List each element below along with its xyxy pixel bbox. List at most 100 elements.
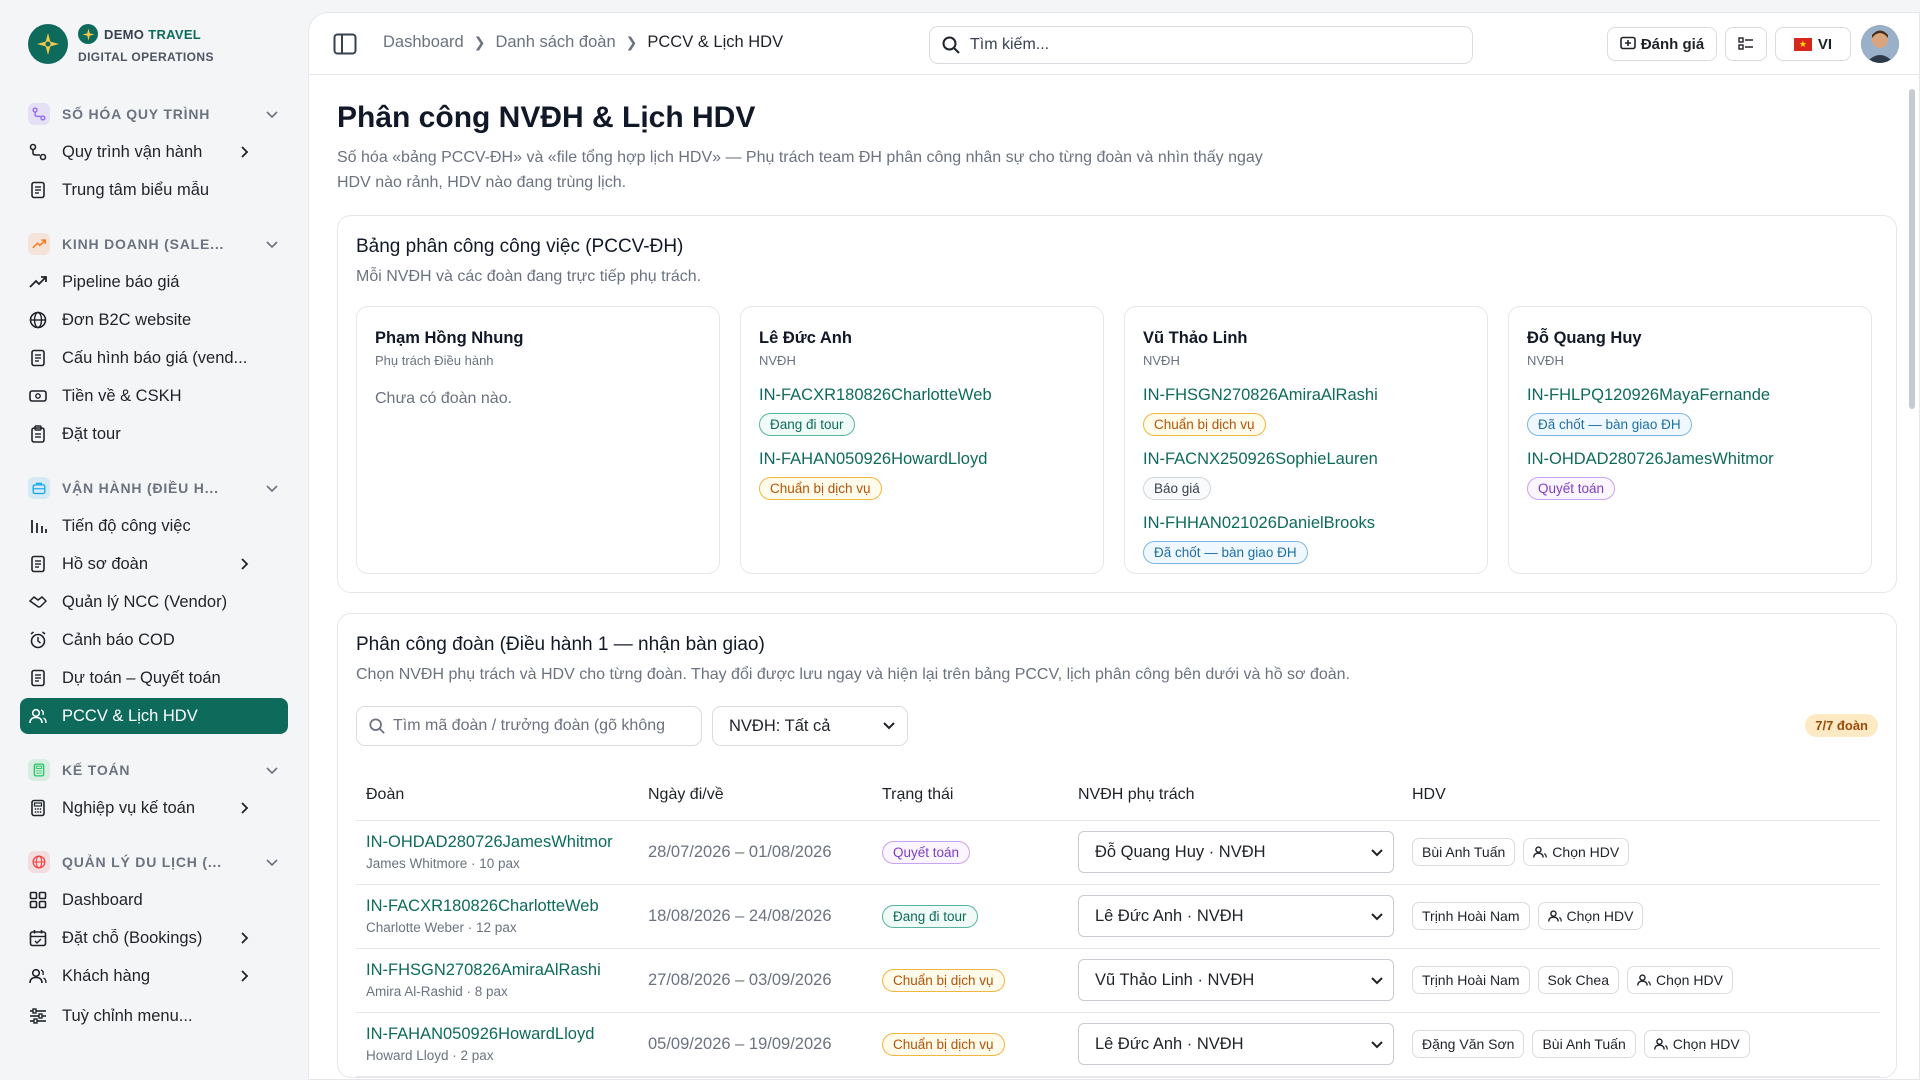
breadcrumb-dashboard[interactable]: Dashboard xyxy=(383,33,464,52)
choose-hdv-button[interactable]: Chọn HDV xyxy=(1523,838,1630,866)
sidebar-item-label: Quy trình vận hành xyxy=(62,142,203,161)
alarm-icon xyxy=(28,630,48,650)
sidebar-item-ho-so-doan[interactable]: Hồ sơ đoàn xyxy=(20,546,288,582)
sidebar-group-quan-ly-du-lich[interactable]: QUẢN LÝ DU LỊCH (... xyxy=(20,844,288,880)
sidebar-item-quy-trinh-van-hanh[interactable]: Quy trình vận hành xyxy=(20,134,288,170)
breadcrumb-group-list[interactable]: Danh sách đoàn xyxy=(495,33,615,52)
group-search-input[interactable] xyxy=(393,717,693,735)
nvdh-select[interactable]: Đỗ Quang Huy · NVĐH xyxy=(1078,831,1394,873)
sidebar-item-tien-do-cong-viec[interactable]: Tiến độ công việc xyxy=(20,508,288,544)
chevron-down-icon[interactable] xyxy=(264,854,280,870)
brand[interactable]: DEMO TRAVEL DIGITAL OPERATIONS xyxy=(28,24,214,64)
sidebar-item-trung-tam-bieu-mau[interactable]: Trung tâm biểu mẫu xyxy=(20,172,288,208)
staff-empty-text: Chưa có đoàn nào. xyxy=(375,390,513,407)
group-code-link[interactable]: IN-FAHAN050926HowardLloyd xyxy=(759,450,1085,469)
sidebar-group-so-hoa-quy-trinh[interactable]: SỐ HÓA QUY TRÌNH xyxy=(20,96,288,132)
group-code-link[interactable]: IN-FACNX250926SophieLauren xyxy=(1143,450,1469,469)
staff-grid: Phạm Hồng Nhung Phụ trách Điều hành Chưa c… xyxy=(356,306,1878,574)
feedback-icon xyxy=(1620,36,1636,50)
sliders-icon xyxy=(28,1006,48,1026)
choose-hdv-button[interactable]: Chọn HDV xyxy=(1643,1030,1750,1058)
sidebar-item-label: Tiền về & CSKH xyxy=(62,386,182,405)
group-code-link[interactable]: IN-FHSGN270826AmiraAlRashi xyxy=(366,961,638,980)
sidebar-toggle-icon[interactable] xyxy=(333,33,357,55)
search-placeholder: Tìm kiếm... xyxy=(970,36,1050,53)
chevron-down-icon[interactable] xyxy=(264,480,280,496)
clipboard-icon xyxy=(28,424,48,444)
hdv-chip[interactable]: Sok Chea xyxy=(1537,966,1619,994)
chevron-right-icon xyxy=(236,800,252,816)
group-code-link[interactable]: IN-FAHAN050926HowardLloyd xyxy=(366,1025,638,1044)
group-code-link[interactable]: IN-OHDAD280726JamesWhitmor xyxy=(366,833,638,852)
sidebar-item-du-toan-quyet-toan[interactable]: Dự toán – Quyết toán xyxy=(20,660,288,696)
group-code-link[interactable]: IN-FHHAN021026DanielBrooks xyxy=(1143,514,1469,533)
sidebar-item-pipeline-bao-gia[interactable]: Pipeline báo giá xyxy=(20,264,288,300)
group-code-link[interactable]: IN-FHLPQ120926MayaFernande xyxy=(1527,386,1853,405)
sidebar-group-ke-toan[interactable]: KẾ TOÁN xyxy=(20,752,288,788)
sidebar-group-label: QUẢN LÝ DU LỊCH (... xyxy=(62,854,222,870)
nvdh-select[interactable]: Lê Đức Anh · NVĐH xyxy=(1078,1023,1394,1065)
nvdh-select[interactable]: Vũ Thảo Linh · NVĐH xyxy=(1078,959,1394,1001)
hdv-chip[interactable]: Đặng Văn Sơn xyxy=(1412,1030,1525,1058)
sidebar-item-khach-hang[interactable]: Khách hàng xyxy=(20,958,288,994)
hdv-chip[interactable]: Bùi Anh Tuấn xyxy=(1532,1030,1636,1058)
users-icon xyxy=(1653,1038,1668,1050)
hdv-chip[interactable]: Bùi Anh Tuấn xyxy=(1412,838,1516,866)
sidebar-item-dat-cho-bookings[interactable]: Đặt chỗ (Bookings) xyxy=(20,920,288,956)
scrollbar-thumb[interactable] xyxy=(1909,89,1915,409)
cell-nvdh: Đỗ Quang Huy · NVĐH xyxy=(1068,820,1402,885)
hdv-chip[interactable]: Trịnh Hoài Nam xyxy=(1412,966,1530,994)
sidebar-group-kinh-doanh-sale[interactable]: KINH DOANH (SALE... xyxy=(20,226,288,262)
global-search-input[interactable]: Tìm kiếm... xyxy=(929,26,1473,64)
sidebar-item-nghiep-vu-ke-toan[interactable]: Nghiệp vụ kế toán xyxy=(20,790,288,826)
staff-name: Phạm Hồng Nhung xyxy=(375,329,524,347)
cell-hdv: Đặng Văn Sơn Bùi Anh Tuấn Chọn HDV xyxy=(1402,1012,1880,1077)
choose-hdv-button[interactable]: Chọn HDV xyxy=(1627,966,1733,994)
chevron-down-icon[interactable] xyxy=(264,236,280,252)
document-icon xyxy=(28,668,48,688)
sidebar-group-van-hanh-dieu-h[interactable]: VẬN HÀNH (ĐIỀU H... xyxy=(20,470,288,506)
sidebar-item-pccv-lich-hdv[interactable]: PCCV & Lịch HDV xyxy=(20,698,288,734)
user-avatar[interactable] xyxy=(1861,25,1899,63)
assignment-table: Đoàn Ngày đi/về Trạng thái NVĐH phụ trác… xyxy=(356,770,1880,1077)
sidebar-item-cau-hinh-bao-gia-vend[interactable]: Cấu hình báo giá (vend... xyxy=(20,340,288,376)
task-list-button[interactable] xyxy=(1725,27,1767,61)
group-search-field[interactable] xyxy=(356,706,702,746)
sidebar-item-dashboard[interactable]: Dashboard xyxy=(20,882,288,918)
chevron-right-icon xyxy=(236,556,252,572)
chevron-down-icon[interactable] xyxy=(264,762,280,778)
staff-role: NVĐH xyxy=(759,353,796,368)
chevron-down-icon[interactable] xyxy=(264,106,280,122)
status-badge: Báo giá xyxy=(1143,477,1211,500)
trip-dates: 05/09/2026 – 19/09/2026 xyxy=(648,1035,832,1053)
hdv-chip[interactable]: Trịnh Hoài Nam xyxy=(1412,902,1530,930)
review-label: Đánh giá xyxy=(1640,35,1705,53)
sidebar-item-tien-ve-cskh[interactable]: Tiền về & CSKH xyxy=(20,378,288,414)
choose-hdv-label: Chọn HDV xyxy=(1552,844,1620,860)
cell-status: Chuẩn bị dịch vụ xyxy=(872,1012,1068,1077)
group-code-link[interactable]: IN-FACXR180826CharlotteWeb xyxy=(366,897,638,916)
assignment-title: Phân công đoàn (Điều hành 1 — nhận bàn g… xyxy=(356,634,765,655)
review-button[interactable]: Đánh giá xyxy=(1607,27,1717,61)
checklist-icon xyxy=(1738,37,1753,50)
choose-hdv-button[interactable]: Chọn HDV xyxy=(1537,902,1644,930)
status-badge: Chuẩn bị dịch vụ xyxy=(1143,413,1266,436)
sidebar-item-canh-bao-cod[interactable]: Cảnh báo COD xyxy=(20,622,288,658)
nvdh-select[interactable]: Lê Đức Anh · NVĐH xyxy=(1078,895,1394,937)
sidebar-item-dat-tour[interactable]: Đặt tour xyxy=(20,416,288,452)
language-switch[interactable]: ★ VI xyxy=(1775,27,1851,61)
group-code-link[interactable]: IN-FHSGN270826AmiraAlRashi xyxy=(1143,386,1469,405)
sidebar-item-quan-ly-ncc-vendor[interactable]: Quản lý NCC (Vendor) xyxy=(20,584,288,620)
choose-hdv-label: Chọn HDV xyxy=(1566,908,1634,924)
group-lead-info: Howard Lloyd · 2 pax xyxy=(366,1048,494,1063)
group-code-link[interactable]: IN-OHDAD280726JamesWhitmor xyxy=(1527,450,1853,469)
page-content: Phân công NVĐH & Lịch HDV Số hóa «bảng P… xyxy=(309,75,1919,1078)
group-code-link[interactable]: IN-FACXR180826CharlotteWeb xyxy=(759,386,1085,405)
choose-hdv-label: Chọn HDV xyxy=(1656,972,1723,988)
customize-menu-button[interactable]: Tuỳ chỉnh menu... xyxy=(20,998,288,1034)
sidebar-item-don-b2c-website[interactable]: Đơn B2C website xyxy=(20,302,288,338)
hdv-chips: Trịnh Hoài Nam Chọn HDV xyxy=(1412,902,1880,930)
status-badge: Chuẩn bị dịch vụ xyxy=(882,1032,1005,1056)
nvdh-filter-select[interactable]: NVĐH: Tất cả xyxy=(712,706,908,746)
pccv-card: Bảng phân công công việc (PCCV-ĐH) Mỗi N… xyxy=(337,215,1897,593)
